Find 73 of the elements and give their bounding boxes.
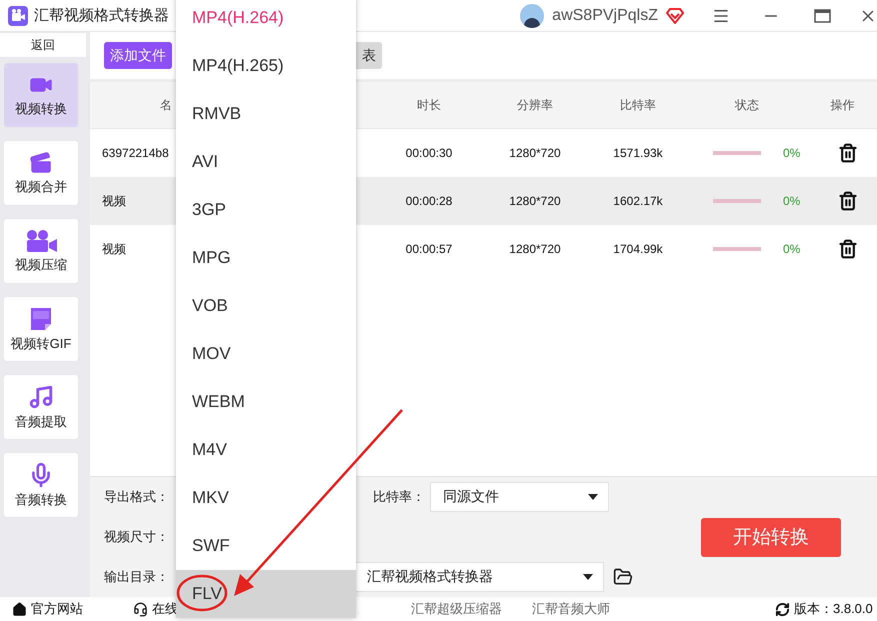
add-file-button[interactable]: 添加文件 <box>104 42 172 69</box>
table-cell: 1571.93k <box>613 146 663 160</box>
format-option[interactable]: RMVB <box>176 90 356 138</box>
column-header: 比特率 <box>620 96 656 114</box>
bitrate-select[interactable]: 同源文件 <box>430 482 609 512</box>
table-cell: 1280*720 <box>509 242 561 256</box>
footer-link[interactable]: 汇帮音频大师 <box>532 600 775 618</box>
caret-icon <box>588 494 598 500</box>
caret-icon <box>583 574 593 580</box>
sidebar-item[interactable]: 音频转换 <box>4 453 78 517</box>
table-cell: 1704.99k <box>613 242 663 256</box>
sidebar-item[interactable]: 视频压缩 <box>4 219 78 283</box>
gif-file-icon <box>29 306 53 332</box>
format-option[interactable]: MPG <box>176 234 356 282</box>
diamond-icon[interactable] <box>666 8 684 24</box>
format-option[interactable]: MOV <box>176 330 356 378</box>
table-cell: 00:00:28 <box>406 194 452 208</box>
table-cell-text: 视频 <box>101 240 126 258</box>
delete-icon[interactable] <box>838 239 858 259</box>
annotation-circle <box>176 574 228 612</box>
column-header: 名 <box>159 96 172 114</box>
format-option[interactable]: MP4(H.265) <box>176 42 356 90</box>
column-header: 时长 <box>417 96 441 114</box>
output-folder-select[interactable]: 汇帮视频格式转换器 <box>354 562 604 592</box>
movie-camera-icon <box>24 228 58 252</box>
folder-icon[interactable] <box>613 567 633 587</box>
back-button[interactable]: 返回 <box>0 33 86 57</box>
format-option[interactable]: SWF <box>176 522 356 570</box>
progress-percent: 0% <box>783 242 800 256</box>
format-option[interactable]: FLV <box>176 570 356 618</box>
footer-link[interactable]: 官方网站 <box>12 600 133 618</box>
format-option[interactable]: 3GP <box>176 186 356 234</box>
table-cell: 1280*720 <box>509 146 561 160</box>
clapperboard-icon <box>29 150 53 174</box>
progress-percent: 0% <box>783 146 800 160</box>
field-label: 比特率： <box>373 488 426 506</box>
home-icon <box>12 602 27 616</box>
table-cell: 00:00:30 <box>406 146 452 160</box>
format-option[interactable]: AVI <box>176 138 356 186</box>
maximize-icon[interactable] <box>814 8 831 22</box>
table-cell: 00:00:57 <box>406 242 452 256</box>
refresh-icon <box>775 602 790 616</box>
app-logo-icon <box>8 6 28 26</box>
table-cell: 1280*720 <box>509 194 561 208</box>
format-option[interactable]: VOB <box>176 282 356 330</box>
format-option[interactable]: M4V <box>176 426 356 474</box>
delete-icon[interactable] <box>838 191 858 211</box>
column-header: 分辨率 <box>517 96 553 114</box>
table-cell-text: 视频 <box>101 192 126 210</box>
field-label: 输出目录： <box>104 568 170 586</box>
version-label: 版本：3.8.0.0 <box>775 600 877 618</box>
format-option[interactable]: MKV <box>176 474 356 522</box>
sidebar-item[interactable]: 视频合并 <box>4 141 78 205</box>
table-cell: 1602.17k <box>613 194 663 208</box>
user-name: awS8PVjPqlsZ <box>552 6 658 24</box>
table-cell-text: 63972214b8 <box>101 146 169 160</box>
progress-percent: 0% <box>783 194 800 208</box>
column-header: 状态 <box>735 96 759 114</box>
sidebar-item[interactable]: 视频转GIF <box>4 297 78 361</box>
column-header: 操作 <box>830 96 854 114</box>
user-avatar[interactable] <box>520 4 544 28</box>
sidebar-item[interactable]: 音频提取 <box>4 375 78 439</box>
format-option[interactable]: WEBM <box>176 378 356 426</box>
footer-link[interactable]: 汇帮超级压缩器 <box>411 600 532 618</box>
music-note-icon <box>28 384 54 410</box>
field-label: 视频尺寸： <box>104 528 170 546</box>
window-title: 汇帮视频格式转换器 <box>34 6 169 25</box>
field-label: 导出格式： <box>104 488 170 506</box>
sidebar-item[interactable]: 视频转换 <box>4 63 78 127</box>
start-convert-button[interactable]: 开始转换 <box>701 518 841 556</box>
headset-icon <box>133 602 148 616</box>
format-option[interactable]: MP4(H.264) <box>176 0 356 42</box>
delete-icon[interactable] <box>838 143 858 163</box>
